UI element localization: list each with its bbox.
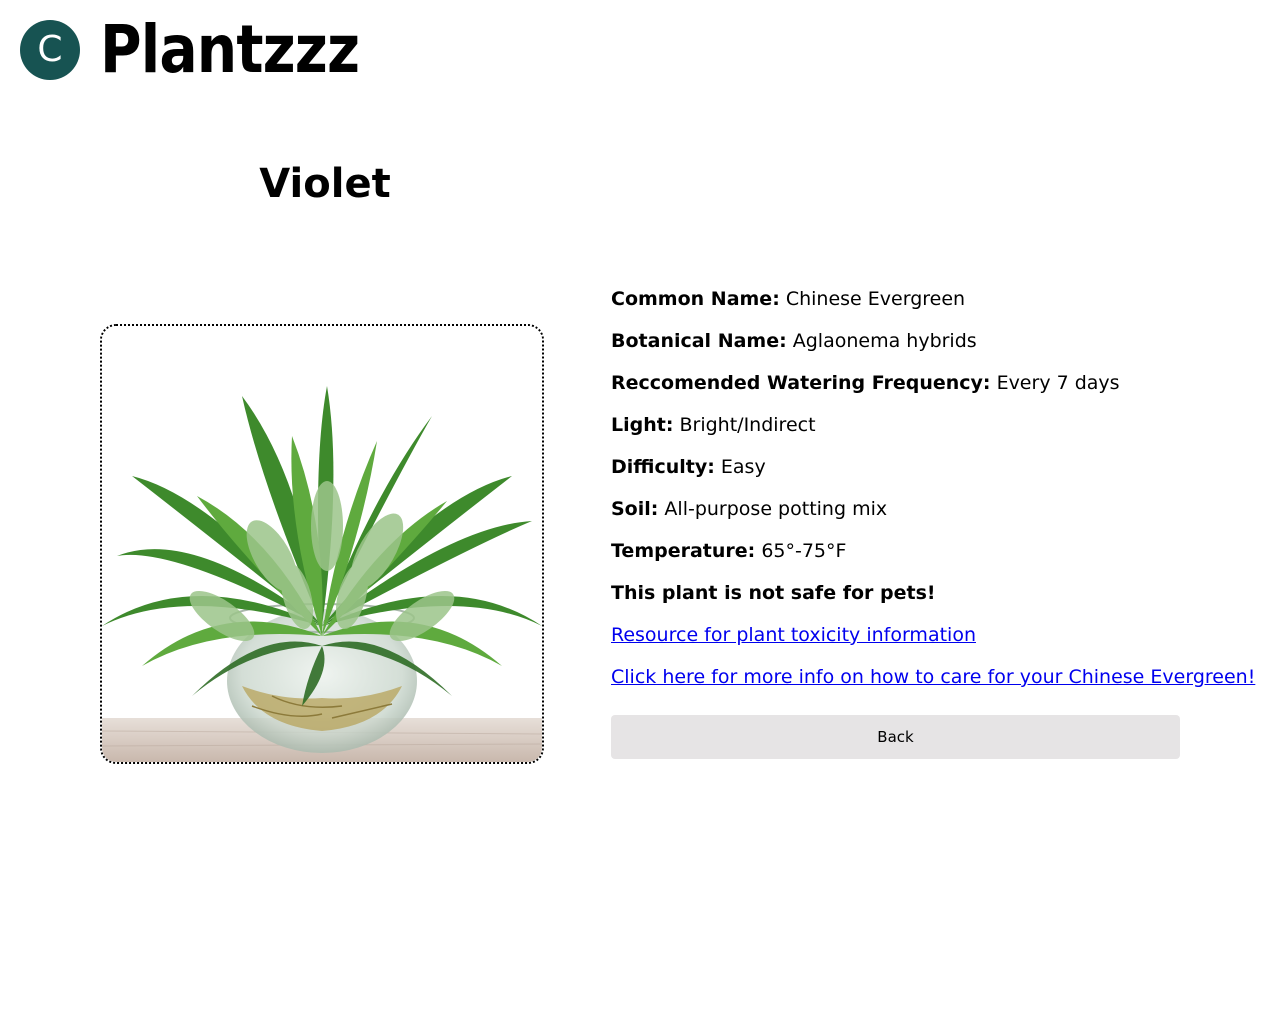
info-label: Temperature: [611,540,756,562]
avatar[interactable]: C [20,20,80,80]
info-value: Chinese Evergreen [785,288,966,310]
info-value: 65°-75°F [761,540,847,562]
info-value: Easy [720,456,766,478]
info-label: Common Name: [611,288,780,310]
info-label: Difficulty: [611,456,715,478]
info-value: All-purpose potting mix [664,498,888,520]
toxicity-resource-link[interactable]: Resource for plant toxicity information [611,624,976,646]
info-difficulty: Difficulty: Easy [611,452,1211,494]
info-label: Soil: [611,498,659,520]
pet-warning: This plant is not safe for pets! [611,582,936,604]
plant-detail-page: C Plantzzz Violet Common Name: Chinese E… [0,0,1279,1035]
plant-image-frame [100,324,544,764]
info-label: Botanical Name: [611,330,787,352]
info-value: Bright/Indirect [679,414,816,436]
info-temperature: Temperature: 65°-75°F [611,536,1211,578]
info-light: Light: Bright/Indirect [611,410,1211,452]
brand-title[interactable]: Plantzzz [100,17,360,83]
plant-info: Common Name: Chinese Evergreen Botanical… [611,284,1255,704]
site-header: C Plantzzz [20,17,401,83]
plant-photo-icon [102,326,542,762]
plant-title: Violet [259,161,391,207]
info-label: Light: [611,414,674,436]
info-soil: Soil: All-purpose potting mix [611,494,1211,536]
info-common-name: Common Name: Chinese Evergreen [611,284,1211,326]
info-value: Every 7 days [996,372,1120,394]
info-watering-frequency: Reccomended Watering Frequency: Every 7 … [611,368,1211,410]
info-botanical-name: Botanical Name: Aglaonema hybrids [611,326,1211,368]
back-button[interactable]: Back [611,715,1180,759]
info-label: Reccomended Watering Frequency: [611,372,991,394]
info-value: Aglaonema hybrids [792,330,977,352]
care-info-link[interactable]: Click here for more info on how to care … [611,666,1255,688]
avatar-letter: C [37,29,63,70]
